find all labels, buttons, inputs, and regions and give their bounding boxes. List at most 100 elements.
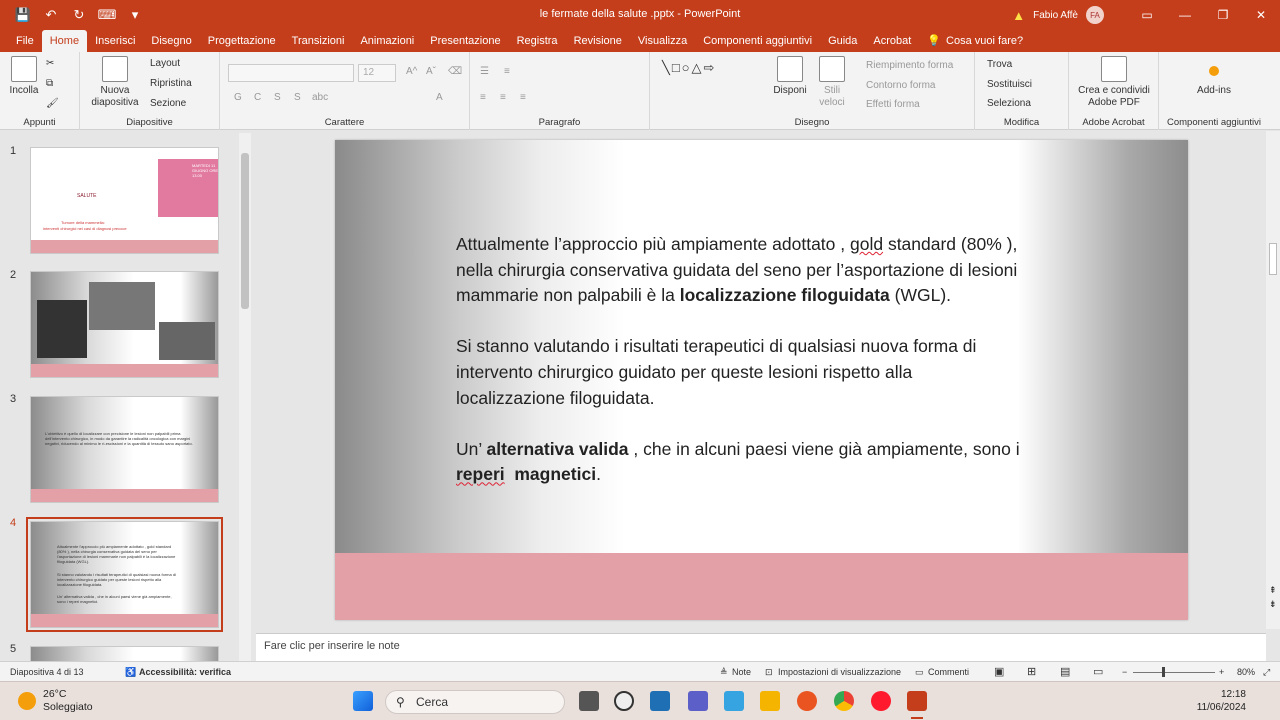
italic-button[interactable]: C — [254, 92, 261, 103]
replace-button[interactable]: Sostituisci — [987, 79, 1032, 90]
chrome-icon[interactable] — [834, 691, 854, 711]
minimize-icon[interactable]: — — [1166, 8, 1204, 22]
underline-button[interactable]: S — [274, 92, 281, 103]
bullets-icon[interactable]: ☰ — [480, 66, 489, 77]
slide-thumbnail-5[interactable] — [30, 646, 219, 661]
maximize-icon[interactable]: ❐ — [1204, 8, 1242, 22]
opera-icon[interactable] — [871, 691, 891, 711]
cut-icon[interactable]: ✂ — [46, 58, 54, 69]
display-settings-icon[interactable]: ⊡ — [765, 667, 773, 678]
notes-pane[interactable]: Fare clic per inserire le note — [256, 633, 1266, 661]
align-right-icon[interactable]: ≡ — [520, 92, 526, 103]
comments-button[interactable]: Commenti — [928, 667, 969, 677]
paste-button[interactable]: Incolla — [6, 56, 42, 97]
tab-registra[interactable]: Registra — [509, 30, 566, 52]
strike-button[interactable]: abc — [312, 92, 328, 103]
shape-outline-button[interactable]: Contorno forma — [866, 80, 935, 91]
powerpoint-icon[interactable] — [907, 691, 927, 711]
reset-button[interactable]: Ripristina — [150, 78, 192, 89]
reading-view-icon[interactable]: ▤ — [1060, 665, 1070, 678]
shapes-gallery[interactable]: ╲□○△⇨ — [662, 60, 716, 76]
start-icon[interactable] — [353, 691, 373, 711]
slide-thumbnail-2[interactable] — [30, 271, 219, 378]
tab-animazioni[interactable]: Animazioni — [352, 30, 422, 52]
notes-toggle-icon[interactable]: ≜ — [720, 667, 728, 678]
grow-font-icon[interactable]: A^ — [406, 66, 417, 77]
tab-presentazione[interactable]: Presentazione — [422, 30, 508, 52]
tab-visualizza[interactable]: Visualizza — [630, 30, 695, 52]
shape-effects-button[interactable]: Effetti forma — [866, 99, 920, 110]
touch-mode-icon[interactable]: ⌨ — [96, 7, 118, 23]
zoom-in-icon[interactable]: + — [1219, 667, 1224, 677]
shadow-button[interactable]: S — [294, 92, 301, 103]
prev-slide-icon[interactable]: ⇞ — [1269, 585, 1277, 596]
customize-qat-icon[interactable]: ▾ — [124, 7, 146, 23]
arrange-button[interactable]: Disponi — [766, 56, 814, 97]
undo-icon[interactable]: ↶ — [40, 7, 62, 23]
avatar[interactable]: FA — [1086, 6, 1104, 24]
tab-inserisci[interactable]: Inserisci — [87, 30, 143, 52]
tab-guida[interactable]: Guida — [820, 30, 865, 52]
quick-styles-button[interactable]: Stili veloci — [812, 56, 852, 109]
slide-thumbnail-3[interactable]: L'obiettivo è quello di localizzare con … — [30, 396, 219, 503]
accessibility-icon[interactable]: ♿ — [125, 667, 136, 678]
zoom-out-icon[interactable]: − — [1122, 667, 1127, 677]
taskbar-search[interactable]: ⚲ Cerca — [385, 690, 565, 714]
normal-view-icon[interactable]: ▣ — [994, 665, 1004, 678]
tab-componenti[interactable]: Componenti aggiuntivi — [695, 30, 820, 52]
align-left-icon[interactable]: ≡ — [480, 92, 486, 103]
fit-to-window-icon[interactable]: ⤢ — [1263, 667, 1270, 678]
calculator-icon[interactable] — [650, 691, 670, 711]
scrollbar-thumb[interactable] — [1269, 243, 1277, 275]
notes-toggle[interactable]: Note — [732, 667, 751, 677]
format-painter-icon[interactable]: 🖌 — [46, 98, 59, 109]
section-button[interactable]: Sezione — [150, 98, 186, 109]
tab-revisione[interactable]: Revisione — [566, 30, 630, 52]
create-pdf-button[interactable]: Crea e condividi Adobe PDF — [1071, 56, 1157, 109]
redo-icon[interactable]: ↻ — [68, 7, 90, 23]
ubuntu-icon[interactable] — [797, 691, 817, 711]
scrollbar-thumb[interactable] — [241, 153, 249, 309]
zoom-slider-thumb[interactable] — [1162, 667, 1165, 677]
align-center-icon[interactable]: ≡ — [500, 92, 506, 103]
slide-sorter-icon[interactable]: ⊞ — [1027, 665, 1036, 678]
bold-button[interactable]: G — [234, 92, 242, 103]
new-slide-button[interactable]: Nuova diapositiva — [84, 56, 146, 109]
shape-fill-button[interactable]: Riempimento forma — [866, 60, 953, 71]
tab-progettazione[interactable]: Progettazione — [200, 30, 284, 52]
find-button[interactable]: Trova — [987, 59, 1012, 70]
notepad-icon[interactable] — [724, 691, 744, 711]
tab-disegno[interactable]: Disegno — [143, 30, 199, 52]
thumbnails-scrollbar[interactable] — [239, 133, 251, 661]
close-icon[interactable]: ✕ — [1242, 8, 1280, 22]
task-view-icon[interactable] — [579, 691, 599, 711]
font-size-field[interactable]: 12 — [358, 64, 396, 82]
weather-temp[interactable]: 26°C — [43, 688, 66, 700]
teams-icon[interactable] — [688, 691, 708, 711]
next-slide-icon[interactable]: ⇟ — [1269, 599, 1277, 610]
weather-condition[interactable]: Soleggiato — [43, 701, 93, 713]
shrink-font-icon[interactable]: Aˇ — [426, 66, 436, 77]
accessibility-status[interactable]: Accessibilità: verifica — [139, 667, 231, 677]
comments-icon[interactable]: ▭ — [915, 667, 924, 678]
addins-button[interactable]: Add-ins — [1169, 56, 1259, 97]
slide-text-box[interactable]: Attualmente l’approccio più ampiamente a… — [456, 232, 1026, 514]
font-color-icon[interactable]: A — [436, 92, 443, 103]
tab-file[interactable]: File — [8, 30, 42, 52]
select-button[interactable]: Seleziona — [987, 98, 1031, 109]
slide-thumbnail-1[interactable]: SALUTE Tumore della mammella: interventi… — [30, 147, 219, 254]
clock[interactable]: 12:18 11/06/2024 — [1197, 688, 1246, 714]
font-name-field[interactable] — [228, 64, 354, 82]
slide-canvas[interactable]: Attualmente l’approccio più ampiamente a… — [335, 140, 1188, 620]
warning-icon[interactable]: ▲ — [1012, 8, 1025, 23]
slide-thumbnail-4[interactable]: Attualmente l'approccio più ampiamente a… — [26, 517, 223, 632]
tab-transizioni[interactable]: Transizioni — [284, 30, 353, 52]
save-icon[interactable]: 💾 — [12, 7, 34, 23]
tab-home[interactable]: Home — [41, 30, 88, 52]
clear-format-icon[interactable]: ⌫ — [448, 66, 462, 77]
chrome-dev-icon[interactable] — [614, 691, 634, 711]
slideshow-icon[interactable]: ▭ — [1093, 665, 1103, 678]
tab-acrobat[interactable]: Acrobat — [865, 30, 919, 52]
display-settings[interactable]: Impostazioni di visualizzazione — [778, 667, 901, 677]
sun-icon[interactable] — [18, 692, 36, 710]
